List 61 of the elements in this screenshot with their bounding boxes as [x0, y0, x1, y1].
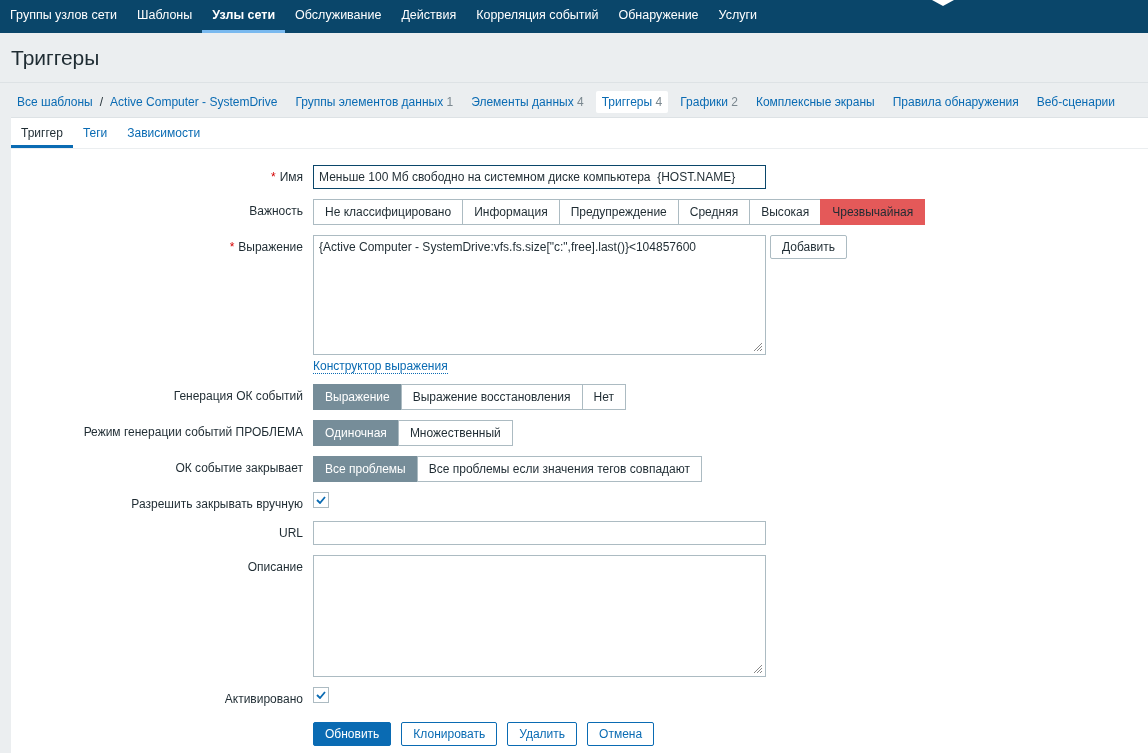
breadcrumb-link[interactable]: Active Computer - SystemDrive: [104, 91, 284, 113]
field-label: Важность: [249, 204, 303, 220]
form-tab[interactable]: Триггер: [11, 118, 73, 148]
page-title: Триггеры: [0, 33, 1148, 83]
radio-option[interactable]: Выражение восстановления: [400, 384, 583, 410]
form-tab[interactable]: Теги: [72, 118, 118, 148]
nav-tab[interactable]: Группы элементов данных 1: [289, 91, 460, 113]
field-label: Режим генерации событий ПРОБЛЕМА: [83, 425, 303, 441]
field-label: Выражение: [238, 240, 303, 256]
form-button[interactable]: Клонировать: [401, 722, 498, 746]
checkbox[interactable]: [313, 687, 329, 703]
radio-option[interactable]: Высокая: [749, 199, 822, 225]
nav-tab[interactable]: Комплексные экраны: [749, 91, 881, 113]
nav-tab[interactable]: Триггеры 4: [595, 91, 669, 113]
form-button[interactable]: Отмена: [587, 722, 655, 746]
text-field[interactable]: [313, 521, 766, 545]
collapse-notch-icon[interactable]: [932, 0, 954, 6]
checkmark-icon: [316, 691, 326, 699]
radio-option[interactable]: Все проблемы если значения тегов совпадают: [416, 456, 702, 482]
breadcrumb-separator: /: [98, 95, 105, 109]
resize-grip-icon[interactable]: [753, 664, 763, 674]
expression-builder-link[interactable]: Конструктор выражения: [313, 359, 448, 374]
radio-option[interactable]: Предупреждение: [558, 199, 679, 225]
field-label: Разрешить закрывать вручную: [131, 497, 303, 511]
add-button[interactable]: Добавить: [770, 235, 848, 259]
field-label: Генерация ОК событий: [173, 389, 303, 405]
top-menu-item[interactable]: Действия: [391, 0, 467, 33]
top-menu-item[interactable]: Узлы сети: [202, 0, 286, 33]
radio-option[interactable]: Не классифицировано: [313, 199, 464, 225]
top-menu-item[interactable]: Обслуживание: [285, 0, 392, 33]
form-button[interactable]: Обновить: [313, 722, 392, 746]
field-label: Имя: [279, 170, 303, 186]
top-menu-item[interactable]: Группы узлов сети: [10, 0, 127, 33]
nav-tab[interactable]: Элементы данных 4: [465, 91, 590, 113]
checkmark-icon: [316, 496, 326, 504]
resize-grip-icon[interactable]: [753, 342, 763, 352]
nav-tab[interactable]: Правила обнаружения: [886, 91, 1025, 113]
breadcrumb-link[interactable]: Все шаблоны: [11, 91, 99, 113]
top-menu-item[interactable]: Услуги: [708, 0, 768, 33]
description-field[interactable]: [313, 555, 766, 677]
form-tab[interactable]: Зависимости: [117, 118, 211, 148]
form-button[interactable]: Удалить: [507, 722, 578, 746]
top-menu-item[interactable]: Обнаружение: [608, 0, 709, 33]
required-mark: *: [270, 170, 276, 186]
nav-tab[interactable]: Веб-сценарии: [1030, 91, 1121, 113]
text-field[interactable]: Меньше 100 Мб свободно на системном диске компьютера {HOST.NAME}: [313, 165, 766, 189]
radio-option[interactable]: Множественный: [397, 420, 513, 446]
top-menu-item[interactable]: Корреляция событий: [466, 0, 609, 33]
nav-tab[interactable]: Графики 2: [674, 91, 744, 113]
radio-option[interactable]: Средняя: [677, 199, 751, 225]
field-label: Описание: [247, 560, 303, 576]
field-label: Активировано: [224, 692, 303, 706]
radio-option[interactable]: Информация: [462, 199, 560, 225]
required-mark: *: [229, 240, 235, 256]
top-menu-item[interactable]: Шаблоны: [126, 0, 203, 33]
radio-option[interactable]: Нет: [581, 384, 626, 410]
checkbox[interactable]: [313, 492, 329, 508]
field-label: ОК событие закрывает: [175, 461, 303, 477]
radio-option[interactable]: Чрезвычайная: [820, 199, 926, 225]
expression-field[interactable]: {Active Computer - SystemDrive:vfs.fs.size["c:",free].last()}<104857600: [313, 235, 766, 355]
field-label: URL: [279, 526, 303, 542]
